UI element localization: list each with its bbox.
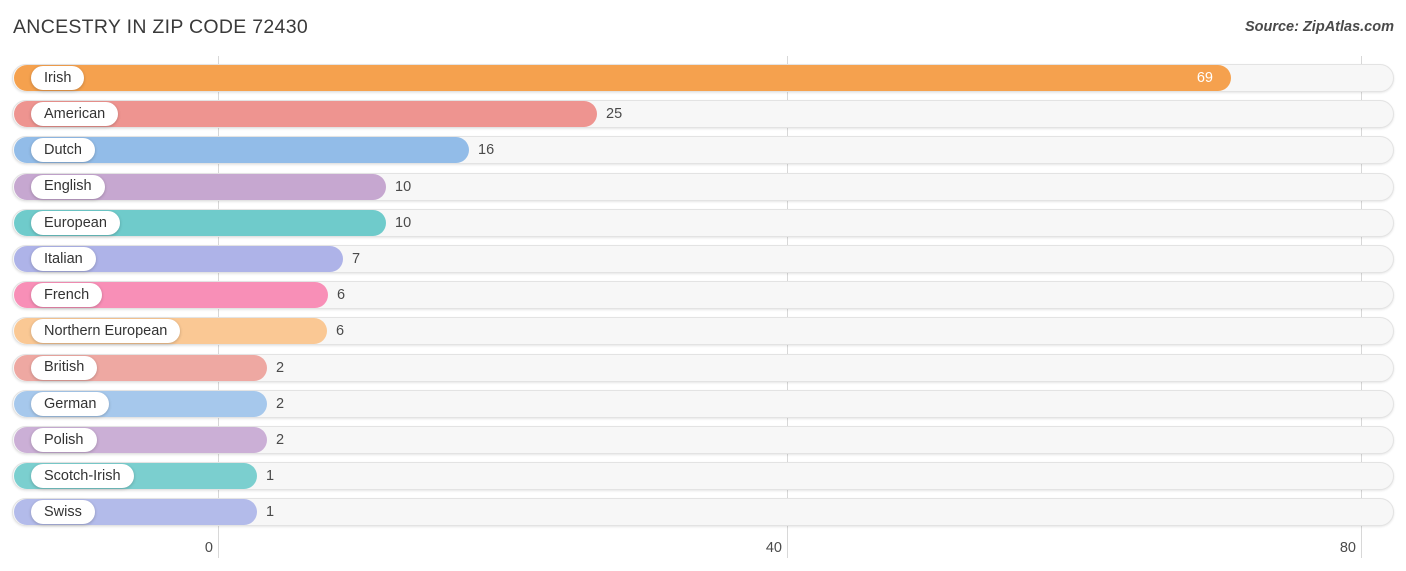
axis-tick-mark (218, 536, 219, 558)
bar-row[interactable]: Scotch-Irish 1 (0, 461, 1406, 491)
bar-row[interactable]: European 10 (0, 208, 1406, 238)
x-axis: 0 40 80 (0, 536, 1406, 571)
category-label: Dutch (44, 142, 82, 159)
category-label-pill: European (31, 210, 120, 235)
category-label-pill: Polish (31, 428, 97, 452)
category-label-pill: German (31, 391, 110, 416)
bar-row[interactable]: Dutch 16 (0, 135, 1406, 165)
source-attribution: Source: ZipAtlas.com (1244, 19, 1394, 35)
category-label-pill: English (31, 174, 105, 199)
category-label: Swiss (44, 504, 82, 521)
bar-row[interactable]: Italian 7 (0, 244, 1406, 274)
axis-tick-label: 80 (1339, 540, 1356, 556)
bar-row[interactable]: French 6 (0, 280, 1406, 310)
category-label-pill: British (31, 355, 98, 380)
page-title: ANCESTRY IN ZIP CODE 72430 (13, 16, 308, 38)
category-label-pill: Irish (31, 66, 85, 90)
category-label-pill: Italian (31, 247, 96, 271)
bar-row[interactable]: Swiss 1 (0, 497, 1406, 527)
bar-value-label: 69 (1196, 70, 1213, 86)
category-label: Italian (44, 250, 83, 267)
bar-value-label: 10 (395, 178, 412, 195)
bar-value-label: 6 (337, 287, 346, 304)
category-label: Northern European (44, 323, 168, 340)
category-label-pill: Dutch (31, 138, 95, 163)
bar-row[interactable]: American 25 (0, 99, 1406, 129)
bar-value-label: 1 (266, 504, 275, 521)
bar-value-label: 2 (276, 432, 285, 448)
value-bar[interactable] (14, 65, 1231, 91)
category-label: British (44, 359, 85, 376)
category-label-pill: American (31, 102, 119, 127)
category-label: Irish (44, 69, 72, 86)
category-label-pill: Scotch-Irish (31, 464, 134, 489)
category-label: Scotch-Irish (44, 467, 121, 484)
category-label: European (44, 214, 107, 231)
category-label-pill: Northern European (31, 319, 181, 344)
category-label: French (44, 286, 90, 303)
category-label-pill: French (31, 283, 103, 308)
category-label: American (44, 105, 106, 122)
category-label-pill: Swiss (31, 500, 95, 525)
axis-tick-mark (787, 536, 788, 558)
axis-tick-mark (1361, 536, 1362, 558)
bar-value-label: 2 (276, 395, 285, 412)
bar-row[interactable]: English 10 (0, 172, 1406, 202)
chart-plot-area: Irish 69 American 25 Dutch 16 English 10 Europea… (0, 56, 1406, 536)
bar-value-label: 10 (395, 214, 412, 231)
bar-value-label: 16 (478, 142, 495, 159)
bar-row[interactable]: Polish 2 (0, 425, 1406, 455)
bar-value-label: 1 (266, 468, 275, 485)
category-label: English (44, 178, 92, 195)
bar-value-label: 2 (276, 359, 285, 376)
bar-value-label: 7 (352, 251, 361, 267)
chart-header: ANCESTRY IN ZIP CODE 72430 Source: ZipAt… (0, 0, 1406, 56)
bar-row[interactable]: German 2 (0, 389, 1406, 419)
bar-row[interactable]: Northern European 6 (0, 316, 1406, 346)
bar-value-label: 6 (336, 323, 345, 340)
axis-tick-label: 0 (204, 540, 213, 556)
axis-tick-label: 40 (765, 540, 782, 556)
bar-row[interactable]: Irish 69 (0, 63, 1406, 93)
category-label: German (44, 395, 97, 412)
bar-row[interactable]: British 2 (0, 353, 1406, 383)
bar-value-label: 25 (606, 106, 623, 123)
category-label: Polish (44, 431, 84, 448)
